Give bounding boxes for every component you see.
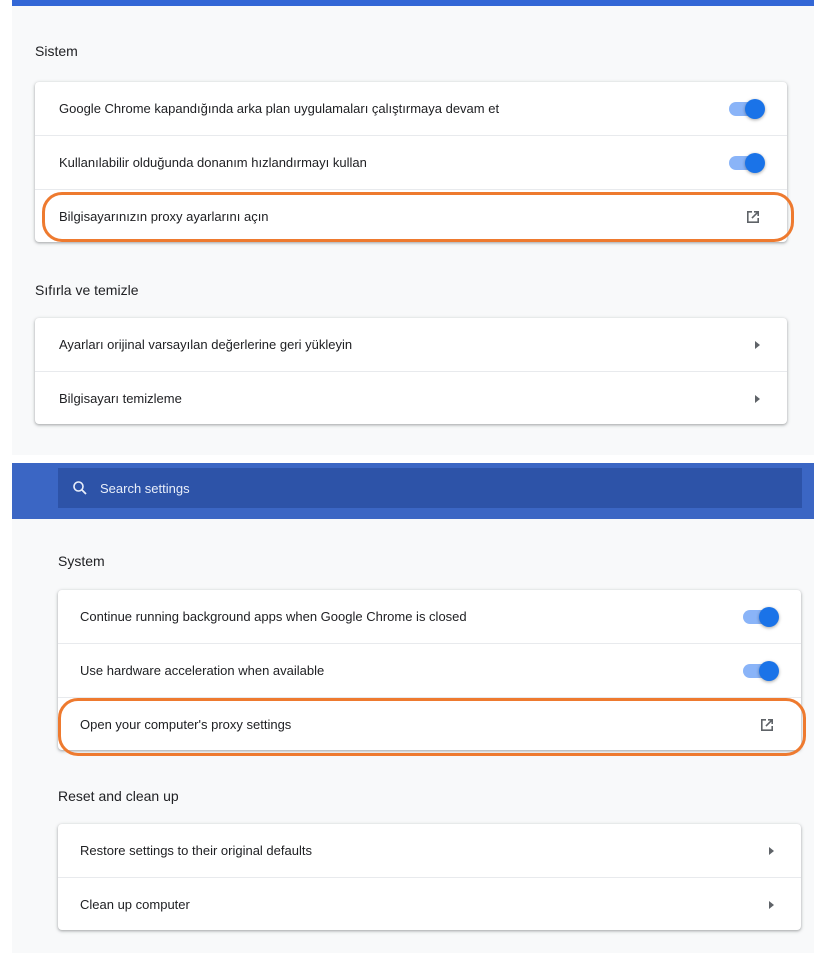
hardware-acceleration-toggle[interactable] (729, 152, 765, 173)
section-title-system-tr: Sistem (35, 43, 78, 59)
chevron-right-icon (751, 393, 763, 405)
row-clean-up-tr[interactable]: Bilgisayarı temizleme (35, 372, 787, 425)
section-title-reset-tr: Sıfırla ve temizle (35, 282, 139, 298)
row-label: Google Chrome kapandığında arka plan uyg… (59, 101, 500, 116)
row-restore-defaults-tr[interactable]: Ayarları orijinal varsayılan değerlerine… (35, 318, 787, 371)
search-icon (72, 480, 88, 496)
background-apps-toggle[interactable] (743, 606, 779, 627)
row-label: Use hardware acceleration when available (80, 663, 325, 678)
row-background-apps-tr[interactable]: Google Chrome kapandığında arka plan uyg… (35, 82, 787, 135)
search-placeholder: Search settings (100, 480, 190, 496)
chevron-right-icon (765, 899, 777, 911)
search-input[interactable]: Search settings (58, 468, 802, 508)
proxy-highlight-ring-tr (42, 192, 794, 242)
row-hardware-acceleration-tr[interactable]: Kullanılabilir olduğunda donanım hızland… (35, 136, 787, 189)
section-title-system-en: System (58, 553, 105, 569)
row-background-apps-en[interactable]: Continue running background apps when Go… (58, 590, 801, 643)
reset-card-tr: Ayarları orijinal varsayılan değerlerine… (35, 318, 787, 424)
row-label: Restore settings to their original defau… (80, 843, 312, 858)
row-label: Ayarları orijinal varsayılan değerlerine… (59, 337, 353, 352)
toolbar-strip (12, 0, 814, 6)
row-restore-defaults-en[interactable]: Restore settings to their original defau… (58, 824, 801, 877)
chevron-right-icon (765, 845, 777, 857)
row-label: Bilgisayarı temizleme (59, 391, 182, 406)
row-clean-up-en[interactable]: Clean up computer (58, 878, 801, 931)
chevron-right-icon (751, 339, 763, 351)
row-label: Kullanılabilir olduğunda donanım hızland… (59, 155, 367, 170)
row-label: Continue running background apps when Go… (80, 609, 467, 624)
hardware-acceleration-toggle[interactable] (743, 660, 779, 681)
background-apps-toggle[interactable] (729, 98, 765, 119)
row-hardware-acceleration-en[interactable]: Use hardware acceleration when available (58, 644, 801, 697)
row-label: Clean up computer (80, 897, 190, 912)
section-title-reset-en: Reset and clean up (58, 788, 179, 804)
proxy-highlight-ring-en (58, 698, 806, 756)
reset-card-en: Restore settings to their original defau… (58, 824, 801, 930)
